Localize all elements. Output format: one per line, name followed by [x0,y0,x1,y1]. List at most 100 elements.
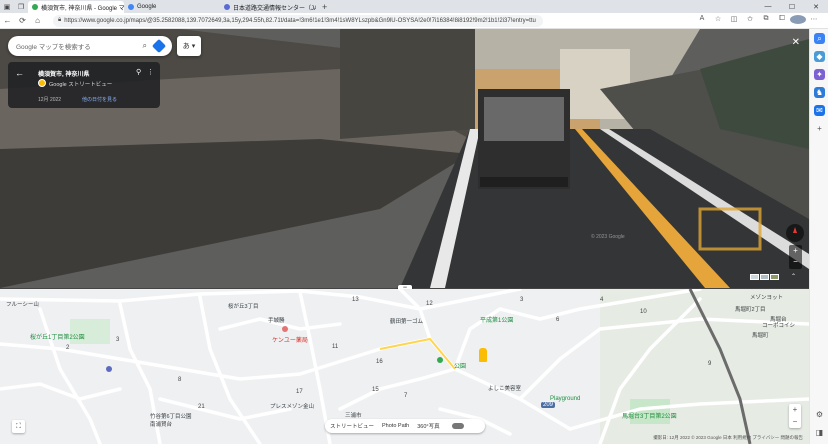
games-icon[interactable]: ♞ [814,87,825,98]
block-number: 4 [600,297,604,303]
block-number: 3 [116,337,120,343]
photos-360-layer[interactable]: 360°写真 [417,422,439,430]
more-menu-icon[interactable]: ⋯ [806,15,822,26]
pharmacy-pin-icon[interactable] [282,326,288,332]
map-label[interactable]: 鶴田第一ゴム [390,317,423,325]
workspaces-icon[interactable]: ▣ [0,3,14,11]
streetview-source-icon [38,79,46,87]
language-button[interactable]: あ ▾ [177,36,201,56]
capture-date: 12月 2022 [38,97,62,103]
directions-icon[interactable] [151,38,167,54]
expand-icon[interactable]: ⌃ [791,273,796,280]
back-arrow-icon[interactable]: ← [0,16,15,25]
reader-icon[interactable]: A [694,15,710,26]
favorites-icon[interactable]: ✩ [742,15,758,26]
layer-toggle-switch[interactable] [451,423,464,429]
minimize-button[interactable]: — [756,3,780,11]
add-icon[interactable]: + [814,123,825,134]
new-tab-button[interactable]: + [316,2,333,12]
toolbar-icons: A ☆ ◫ ✩ ⧉ ⧠ ⋯ [694,15,828,26]
location-pin-icon[interactable] [106,366,112,372]
close-icon[interactable]: ✕ [792,37,800,48]
map-label[interactable]: フルーシー山 [6,300,39,308]
map-label[interactable]: 竹谷第6丁目公園 [150,412,192,420]
address-bar[interactable]: 🔒︎ https://www.google.co.jp/maps/@35.258… [53,14,543,27]
map-label[interactable]: 公園 [454,361,466,370]
url-text: https://www.google.co.jp/maps/@35.258208… [64,17,536,24]
map-label[interactable]: 平成第1公園 [480,315,513,324]
map-label[interactable]: 三浦市 [345,411,362,419]
map-attribution: 撮影日: 12月 2022 © 2023 Google 日本 利用規約 プライバ… [653,435,803,440]
map-zoom-out-button[interactable]: − [789,416,801,428]
map-label[interactable]: 馬堀台3丁目第2公園 [622,411,677,420]
block-number: 13 [352,297,359,303]
map-label[interactable]: 桜が丘3丁目 [228,302,259,310]
tab-google[interactable]: Google [124,1,220,13]
pegman-icon[interactable] [479,348,487,362]
home-icon[interactable]: ⌂ [30,16,45,25]
map-label[interactable]: 南浦賀台 [150,420,172,428]
map-zoom-control: + − [789,404,801,428]
more-options-icon[interactable]: ⋮ [147,68,154,76]
maps-favicon-icon [32,4,38,10]
tab-google-maps[interactable]: 横須賀市, 神奈川県 - Google マップ ✕ [28,1,124,13]
map-label[interactable]: よしこ美容室 [488,384,521,392]
fullscreen-icon[interactable]: ⛶ [12,420,25,433]
map-label[interactable]: 馬堀町2丁目 [735,305,766,313]
settings-gear-icon[interactable]: ⚙ [814,409,825,420]
back-arrow-icon[interactable]: ← [15,68,24,78]
close-window-button[interactable]: ✕ [804,3,828,11]
other-dates-link[interactable]: 他の日付を見る [82,96,117,103]
park-pin-icon[interactable] [437,357,443,363]
map-label[interactable]: コーポコイシ [762,321,795,329]
layer-toggle-bar: ストリートビュー Photo Path 360°写真 [325,419,485,433]
sidebar-toggle-icon[interactable]: ◨ [814,427,825,438]
block-number: 11 [332,344,339,350]
shopping-icon[interactable]: ◆ [814,51,825,62]
map-view[interactable]: フルーシー山 桜が丘1丁目第2公園 桜が丘3丁目 手城勝 ケンユー薬局 プレスメ… [0,289,809,444]
block-number: 12 [426,301,433,307]
tab-jartic[interactable]: 日本道路交通情報センター（JARTIC） ✕ [220,1,316,13]
outlook-icon[interactable]: ✉ [814,105,825,116]
search-input[interactable]: Google マップを検索する [16,41,91,51]
split-screen-icon[interactable]: ◫ [726,15,742,26]
map-label[interactable]: 桜が丘1丁目第2公園 [30,332,85,341]
search-box[interactable]: Google マップを検索する ⌕ [8,36,172,56]
tab-actions-icon[interactable]: ❐ [14,3,28,11]
extensions-icon[interactable]: ⧠ [774,15,790,26]
pin-icon[interactable]: ⚲ [136,68,141,76]
thumbnail[interactable] [760,274,769,280]
map-label[interactable]: Playground [550,396,580,402]
street-view-panorama[interactable]: Google マップを検索する ⌕ あ ▾ ← 横須賀市, 神奈川県 Googl… [0,29,809,288]
tools-icon[interactable]: ✦ [814,69,825,80]
search-icon[interactable]: ⌕ [143,41,147,51]
maximize-button[interactable]: ☐ [780,3,804,11]
collections-icon[interactable]: ⧉ [758,15,774,26]
lock-icon[interactable]: 🔒︎ [58,17,61,24]
profile-avatar[interactable] [790,15,806,26]
star-icon[interactable]: ☆ [710,15,726,26]
search-icon[interactable]: ⌕ [814,33,825,44]
zoom-out-button[interactable]: − [789,256,802,267]
block-number: 9 [708,361,712,367]
pano-zoom-control: + − [789,245,802,269]
map-zoom-in-button[interactable]: + [789,404,801,416]
photo-path-layer[interactable]: Photo Path [382,423,409,429]
reload-icon[interactable]: ⟳ [15,16,30,25]
zoom-in-button[interactable]: + [789,245,802,256]
compass-icon[interactable] [786,224,804,242]
block-number: 3 [520,297,524,303]
thumbnail[interactable] [750,274,759,280]
map-label[interactable]: ケンユー薬局 [272,335,308,344]
map-label[interactable]: 馬堀町 [752,331,769,339]
imagery-thumbnails[interactable] [750,274,779,280]
thumbnail[interactable] [770,274,779,280]
block-number: 17 [296,389,303,395]
streetview-layer[interactable]: ストリートビュー [330,422,374,430]
map-label[interactable]: メゾンヨット [750,293,783,301]
block-number: 16 [376,359,383,365]
map-label[interactable]: 手城勝 [268,316,285,324]
block-number: 6 [556,317,560,323]
map-label[interactable]: プレスメゾン金山 [270,402,314,410]
location-info-card: ← 横須賀市, 神奈川県 Google ストリートビュー ⚲ ⋮ 12月 202… [8,62,160,108]
